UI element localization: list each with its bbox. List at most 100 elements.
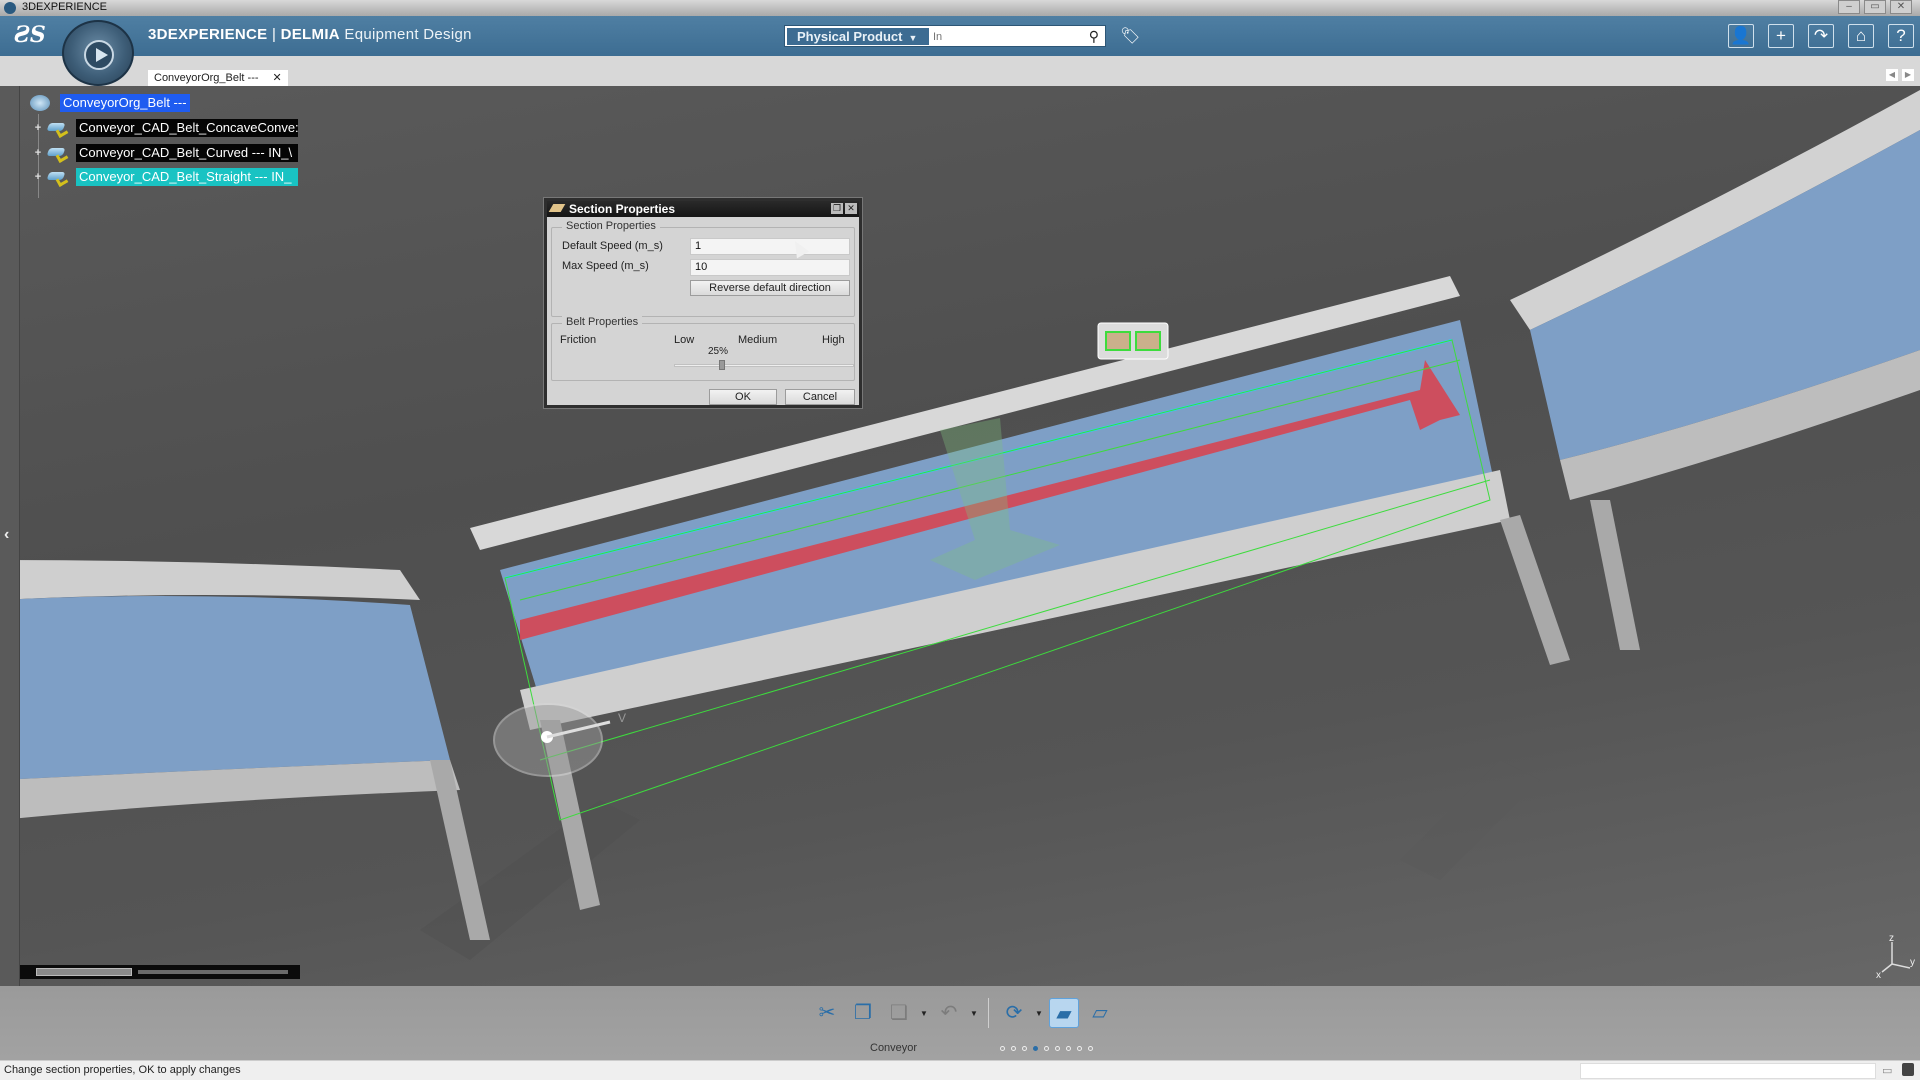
restore-button[interactable]: ▭ bbox=[1864, 0, 1886, 14]
brand-name: 3DEXPERIENCE bbox=[148, 26, 268, 43]
expand-icon[interactable]: + bbox=[32, 122, 44, 134]
friction-slider[interactable] bbox=[674, 360, 854, 370]
pager-dot[interactable] bbox=[1066, 1046, 1071, 1051]
reverse-direction-button[interactable]: Reverse default direction bbox=[690, 280, 850, 296]
tag-icon[interactable]: 🏷 bbox=[1120, 26, 1140, 45]
tab-conveyororg-belt[interactable]: ConveyorOrg_Belt --- ✕ bbox=[148, 70, 288, 86]
pager-dot[interactable] bbox=[1011, 1046, 1016, 1051]
friction-label: Friction bbox=[560, 334, 597, 346]
expand-icon[interactable]: + bbox=[32, 171, 44, 183]
dialog-close-icon[interactable]: ✕ bbox=[845, 203, 857, 214]
dialog-title: Section Properties bbox=[569, 202, 676, 216]
home-icon[interactable]: ⌂ bbox=[1848, 24, 1874, 48]
3d-viewport[interactable]: V bbox=[0, 86, 1920, 986]
friction-value: 25% bbox=[708, 346, 729, 357]
scrollbar-track[interactable] bbox=[138, 970, 288, 974]
tree-item-label[interactable]: Conveyor_CAD_Belt_Straight --- IN_ bbox=[76, 168, 298, 186]
default-speed-field[interactable]: 1 bbox=[690, 238, 850, 255]
assembly-icon bbox=[30, 95, 50, 111]
copy-icon[interactable]: ❐ bbox=[848, 998, 878, 1028]
search-box: Physical Product ▼ ⚲ bbox=[784, 25, 1106, 47]
status-bar: Change section properties, OK to apply c… bbox=[0, 1060, 1920, 1080]
tree-item[interactable]: + Conveyor_CAD_Belt_Straight --- IN_ bbox=[26, 168, 298, 187]
dialog-title-bar[interactable]: Section Properties ❐ ✕ bbox=[547, 201, 859, 217]
search-icon[interactable]: ⚲ bbox=[1089, 28, 1099, 45]
tree-root[interactable]: ConveyorOrg_Belt --- bbox=[26, 94, 190, 112]
friction-medium-label: Medium bbox=[738, 334, 778, 346]
minimize-button[interactable]: – bbox=[1838, 0, 1860, 14]
paste-icon[interactable]: ❏ bbox=[884, 998, 914, 1028]
close-window-button[interactable]: ✕ bbox=[1890, 0, 1912, 14]
tab-strip: ConveyorOrg_Belt --- ✕ ◀ ▶ bbox=[0, 56, 1920, 86]
friction-high-label: High bbox=[822, 334, 845, 346]
action-bar-section-label: Conveyor bbox=[870, 1042, 918, 1054]
manipulator-label: V bbox=[618, 711, 626, 725]
action-bar-pager bbox=[1000, 1046, 1093, 1051]
help-icon[interactable]: ? bbox=[1888, 24, 1914, 48]
product-name: DELMIA bbox=[280, 26, 340, 43]
ok-button[interactable]: OK bbox=[709, 389, 777, 405]
conveyor-part-icon bbox=[46, 120, 70, 138]
max-speed-label: Max Speed (m_s) bbox=[562, 260, 649, 272]
conveyor-part-icon bbox=[46, 169, 70, 187]
cancel-button[interactable]: Cancel bbox=[785, 389, 855, 405]
section-properties-group: Section Properties Default Speed (m_s) 1… bbox=[551, 220, 855, 317]
app-icon bbox=[4, 2, 16, 14]
paste-options-caret[interactable]: ▼ bbox=[920, 1009, 928, 1018]
group-legend: Belt Properties bbox=[562, 316, 643, 328]
ds-logo-icon: ƧS bbox=[14, 22, 46, 48]
display-icon[interactable]: ▭ bbox=[1882, 1064, 1892, 1077]
right-conveyor-leg bbox=[1590, 500, 1640, 650]
command-input[interactable] bbox=[1580, 1063, 1876, 1079]
search-input[interactable] bbox=[933, 28, 1063, 45]
pager-dot[interactable] bbox=[1033, 1046, 1038, 1051]
tree-item-label[interactable]: Conveyor_CAD_Belt_ConcaveConve: bbox=[76, 119, 298, 137]
pager-dot[interactable] bbox=[1077, 1046, 1082, 1051]
update-icon[interactable]: ⟳ bbox=[999, 998, 1029, 1028]
action-bar: ✂ ❐ ❏ ▼ ↶ ▼ ⟳ ▼ ▰ ▱ Conveyor bbox=[0, 986, 1920, 1060]
undo-options-caret[interactable]: ▼ bbox=[970, 1009, 978, 1018]
conveyor-scene: V bbox=[0, 90, 1920, 960]
slider-thumb[interactable] bbox=[718, 360, 725, 370]
pager-dot[interactable] bbox=[1022, 1046, 1027, 1051]
chat-icon[interactable] bbox=[1902, 1063, 1914, 1076]
cut-icon[interactable]: ✂ bbox=[812, 998, 842, 1028]
status-message: Change section properties, OK to apply c… bbox=[4, 1064, 241, 1076]
user-icon[interactable]: 👤 bbox=[1728, 24, 1754, 48]
scrollbar-thumb[interactable] bbox=[36, 968, 132, 976]
pager-dot[interactable] bbox=[1044, 1046, 1049, 1051]
play-icon[interactable] bbox=[84, 40, 114, 70]
left-conveyor-rail bbox=[0, 560, 420, 600]
tab-scroll-right-icon[interactable]: ▶ bbox=[1902, 69, 1914, 81]
conveyor-define-icon[interactable]: ▱ bbox=[1085, 998, 1115, 1028]
section-properties-icon[interactable]: ▰ bbox=[1049, 998, 1079, 1028]
axis-triad-icon: z y x bbox=[1876, 933, 1915, 981]
axis-triad: z y x bbox=[1874, 933, 1920, 981]
tree-item-label[interactable]: Conveyor_CAD_Belt_Curved --- IN_\ bbox=[76, 144, 298, 162]
pager-dot[interactable] bbox=[1055, 1046, 1060, 1051]
default-speed-label: Default Speed (m_s) bbox=[562, 240, 663, 252]
dialog-restore-icon[interactable]: ❐ bbox=[831, 203, 843, 214]
undo-icon[interactable]: ↶ bbox=[934, 998, 964, 1028]
toolbar-separator bbox=[988, 998, 989, 1028]
tab-scroll-left-icon[interactable]: ◀ bbox=[1886, 69, 1898, 81]
compass-widget[interactable] bbox=[62, 20, 134, 86]
expand-icon[interactable]: + bbox=[32, 147, 44, 159]
section-thumbnail-icon bbox=[1135, 331, 1161, 351]
search-scope-dropdown[interactable]: Physical Product ▼ bbox=[787, 28, 929, 45]
close-tab-icon[interactable]: ✕ bbox=[273, 72, 282, 84]
axis-y-label: y bbox=[1910, 957, 1915, 968]
pager-dot[interactable] bbox=[1000, 1046, 1005, 1051]
collapse-panel-icon[interactable]: ‹ bbox=[4, 526, 9, 544]
tree-scrollbar[interactable] bbox=[20, 965, 300, 979]
max-speed-field[interactable]: 10 bbox=[690, 259, 850, 276]
tree-item[interactable]: + Conveyor_CAD_Belt_ConcaveConve: bbox=[26, 119, 298, 138]
tree-root-label[interactable]: ConveyorOrg_Belt --- bbox=[60, 94, 190, 112]
add-icon[interactable]: + bbox=[1768, 24, 1794, 48]
section-thumbnail-icon bbox=[1105, 331, 1131, 351]
top-bar: ƧS 3DEXPERIENCE | DELMIA Equipment Desig… bbox=[0, 16, 1920, 56]
tree-item[interactable]: + Conveyor_CAD_Belt_Curved --- IN_\ bbox=[26, 144, 298, 163]
share-icon[interactable]: ↷ bbox=[1808, 24, 1834, 48]
update-options-caret[interactable]: ▼ bbox=[1035, 1009, 1043, 1018]
pager-dot[interactable] bbox=[1088, 1046, 1093, 1051]
